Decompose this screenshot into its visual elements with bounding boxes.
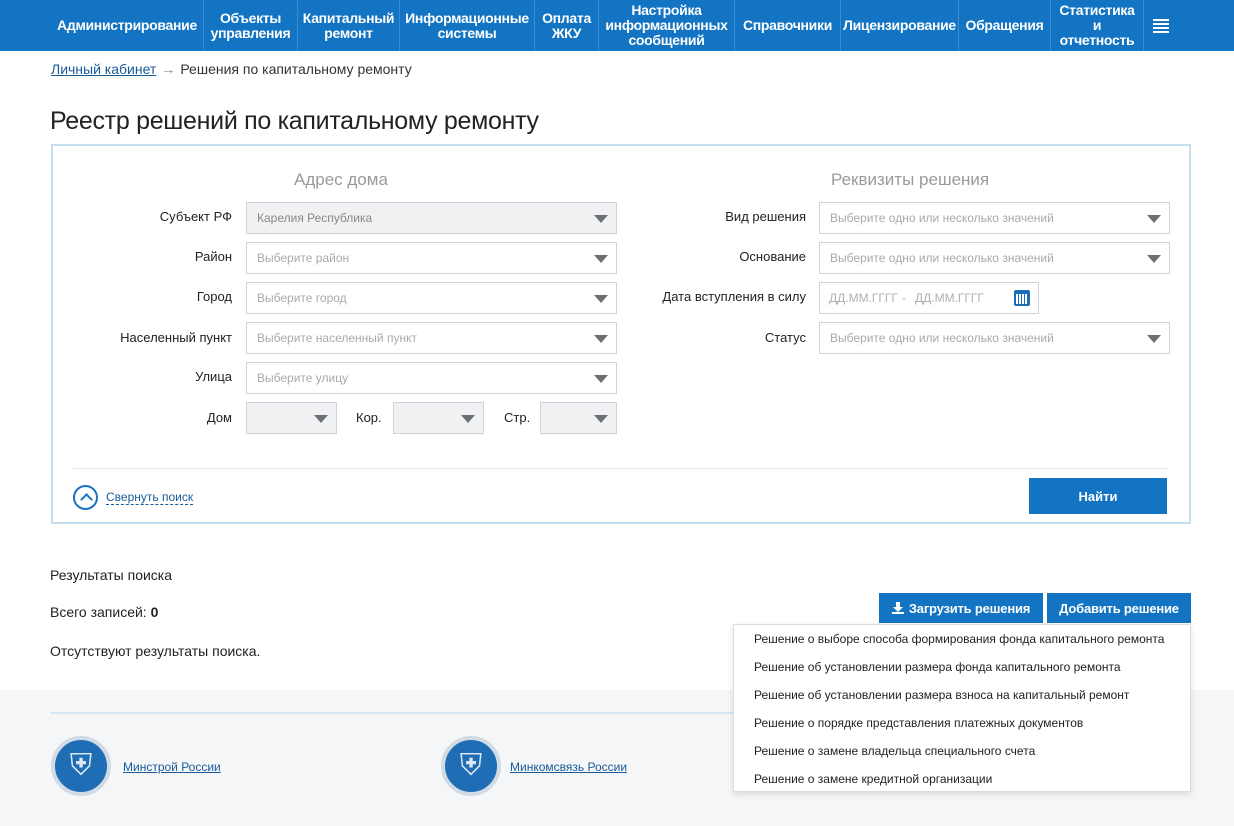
panel-divider (73, 468, 1169, 469)
results-total-value: 0 (150, 604, 159, 620)
menu-item-account-owner[interactable]: Решение о замене владельца специального … (754, 744, 1035, 758)
menu-item-contribution-size[interactable]: Решение об установлении размера взноса н… (754, 688, 1129, 702)
emblem-icon (441, 736, 501, 796)
city-label: Город (196, 289, 232, 304)
chevron-down-icon (594, 215, 608, 223)
chevron-down-icon (594, 255, 608, 263)
building-label: Кор. (356, 410, 382, 425)
basis-select[interactable]: Выберите одно или несколько значений (819, 242, 1170, 274)
nav-item-payment[interactable]: Оплата ЖКУ (535, 0, 599, 51)
results-empty-text: Отсутствуют результаты поиска. (50, 643, 261, 659)
building-select[interactable] (393, 402, 484, 434)
nav-items: Администрирование Объекты управления Кап… (51, 0, 1178, 51)
structure-label: Стр. (504, 410, 531, 425)
breadcrumb-home-link[interactable]: Личный кабинет (51, 61, 156, 77)
subject-value: Карелия Республика (257, 211, 373, 225)
nav-item-information-systems[interactable]: Информационные системы (400, 0, 535, 51)
collapse-search-link[interactable]: Свернуть поиск (73, 485, 194, 510)
nav-item-appeals[interactable]: Обращения (959, 0, 1051, 51)
decision-type-select[interactable]: Выберите одно или несколько значений (819, 202, 1170, 234)
breadcrumb: Личный кабинет → Решения по капитальному р… (51, 61, 412, 77)
decision-type-placeholder: Выберите одно или несколько значений (830, 211, 1054, 225)
upload-decisions-label: Загрузить решения (908, 600, 1031, 616)
nav-item-directories[interactable]: Справочники (735, 0, 841, 51)
breadcrumb-arrow-icon: → (161, 61, 176, 77)
results-title: Результаты поиска (50, 567, 173, 583)
calendar-icon[interactable] (1014, 290, 1030, 306)
find-button[interactable]: Найти (1029, 478, 1167, 514)
top-navigation: Администрирование Объекты управления Кап… (0, 0, 1234, 51)
settlement-placeholder: Выберите населенный пункт (257, 331, 417, 345)
status-label: Статус (764, 330, 806, 345)
nav-item-capital-repair[interactable]: Капитальный ремонт (298, 0, 400, 51)
date-to-input[interactable]: ДД.ММ.ГГГГ (915, 283, 984, 313)
street-placeholder: Выберите улицу (257, 371, 349, 385)
add-decision-button[interactable]: Добавить решение (1047, 593, 1191, 623)
street-label: Улица (195, 369, 232, 384)
status-select[interactable]: Выберите одно или несколько значений (819, 322, 1170, 354)
nav-item-message-settings[interactable]: Настройка информационных сообщений (599, 0, 735, 51)
basis-label: Основание (739, 249, 806, 264)
status-placeholder: Выберите одно или несколько значений (830, 331, 1054, 345)
chevron-down-icon (314, 415, 328, 423)
date-separator: - (902, 291, 906, 305)
add-decision-label: Добавить решение (1059, 600, 1179, 616)
chevron-down-icon (461, 415, 475, 423)
decision-type-label: Вид решения (725, 209, 806, 224)
date-range-field[interactable]: ДД.ММ.ГГГГ - ДД.ММ.ГГГГ (819, 282, 1039, 314)
upload-decisions-button[interactable]: Загрузить решения (879, 593, 1043, 623)
nav-item-statistics[interactable]: Статистика и отчетность (1051, 0, 1144, 51)
menu-item-fund-size[interactable]: Решение об установлении размера фонда ка… (754, 660, 1121, 674)
page-title: Реестр решений по капитальному ремонту (50, 107, 539, 135)
chevron-up-icon (73, 485, 98, 510)
street-select[interactable]: Выберите улицу (246, 362, 617, 394)
results-total: Всего записей: 0 (50, 604, 158, 620)
chevron-down-icon (1147, 215, 1161, 223)
settlement-select[interactable]: Выберите населенный пункт (246, 322, 617, 354)
subject-label: Субъект РФ (159, 209, 232, 224)
footer-link-minstroy[interactable]: Минстрой России (123, 760, 221, 774)
requisites-section-title: Реквизиты решения (831, 170, 990, 189)
nav-item-licensing[interactable]: Лицензирование (841, 0, 959, 51)
basis-placeholder: Выберите одно или несколько значений (830, 251, 1054, 265)
chevron-down-icon (594, 375, 608, 383)
menu-item-payment-documents[interactable]: Решение о порядке представления платежны… (754, 716, 1083, 730)
chevron-down-icon (1147, 255, 1161, 263)
house-select[interactable] (246, 402, 337, 434)
collapse-search-label: Свернуть поиск (106, 490, 194, 505)
date-label: Дата вступления в силу (662, 289, 806, 304)
menu-item-credit-organization[interactable]: Решение о замене кредитной организации (754, 772, 992, 786)
city-placeholder: Выберите город (257, 291, 347, 305)
download-icon (891, 602, 904, 614)
district-label: Район (194, 249, 232, 264)
district-select[interactable]: Выберите район (246, 242, 617, 274)
emblem-icon (51, 736, 111, 796)
search-panel: Адрес дома Реквизиты решения Субъект РФ … (51, 144, 1191, 524)
chevron-down-icon (594, 295, 608, 303)
house-label: Дом (206, 410, 232, 425)
city-select[interactable]: Выберите город (246, 282, 617, 314)
subject-select[interactable]: Карелия Республика (246, 202, 617, 234)
address-section-title: Адрес дома (294, 170, 388, 189)
menu-item-fund-formation[interactable]: Решение о выборе способа формирования фо… (754, 632, 1164, 646)
footer-link-minkomsvyaz[interactable]: Минкомсвязь России (510, 760, 627, 774)
nav-item-management-objects[interactable]: Объекты управления (204, 0, 298, 51)
hamburger-icon[interactable] (1144, 0, 1178, 51)
chevron-down-icon (1147, 335, 1161, 343)
add-decision-menu: Решение о выборе способа формирования фо… (733, 624, 1191, 792)
date-from-input[interactable]: ДД.ММ.ГГГГ (829, 283, 898, 313)
settlement-label: Населенный пункт (120, 330, 232, 345)
nav-item-administration[interactable]: Администрирование (51, 0, 204, 51)
results-total-label: Всего записей: (50, 604, 147, 620)
chevron-down-icon (594, 415, 608, 423)
chevron-down-icon (594, 335, 608, 343)
breadcrumb-current: Решения по капитальному ремонту (180, 61, 412, 77)
district-placeholder: Выберите район (257, 251, 350, 265)
structure-select[interactable] (540, 402, 617, 434)
